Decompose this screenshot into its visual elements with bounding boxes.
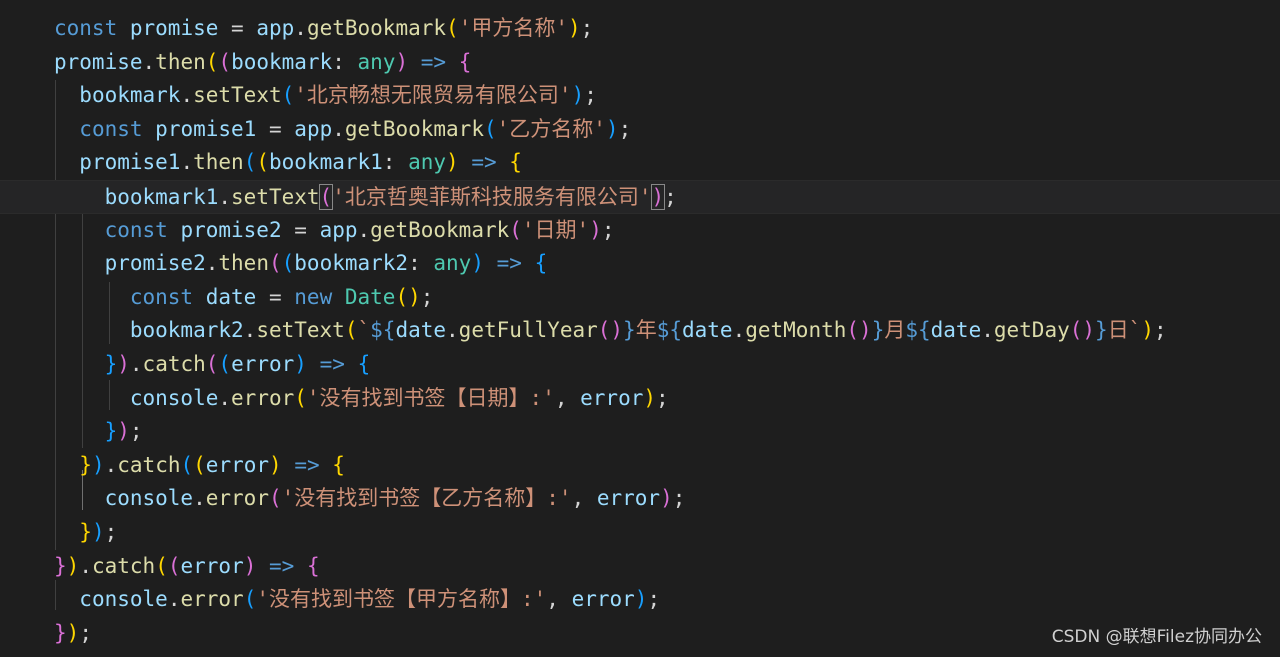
code-editor[interactable]: const promise = app.getBookmark('甲方名称');…: [0, 0, 1280, 657]
code-line[interactable]: }).catch((error) => {: [0, 449, 1280, 483]
code-line[interactable]: console.error('没有找到书签【乙方名称】:', error);: [0, 482, 1280, 516]
code-line[interactable]: console.error('没有找到书签【甲方名称】:', error);: [0, 583, 1280, 617]
code-line[interactable]: const promise1 = app.getBookmark('乙方名称')…: [0, 113, 1280, 147]
code-line-current[interactable]: bookmark1.setText('北京哲奥菲斯科技服务有限公司');: [0, 180, 1280, 214]
string-literal: '乙方名称': [496, 116, 606, 141]
string-literal: '日期': [521, 217, 590, 242]
code-line[interactable]: });: [0, 415, 1280, 449]
string-literal: '没有找到书签【甲方名称】:': [256, 587, 547, 612]
code-line[interactable]: promise1.then((bookmark1: any) => {: [0, 146, 1280, 180]
code-line[interactable]: const promise = app.getBookmark('甲方名称');: [0, 12, 1280, 46]
template-literal: `: [357, 318, 371, 343]
template-literal: 日`: [1107, 318, 1142, 343]
template-literal: 月: [884, 318, 906, 343]
code-line[interactable]: bookmark2.setText(`${date.getFullYear()}…: [0, 314, 1280, 348]
string-literal: '北京哲奥菲斯科技服务有限公司': [332, 185, 652, 209]
code-line[interactable]: const date = new Date();: [0, 281, 1280, 315]
watermark: CSDN @联想Filez协同办公: [1051, 627, 1262, 647]
string-literal: '没有找到书签【日期】:': [306, 385, 555, 410]
code-line[interactable]: console.error('没有找到书签【日期】:', error);: [0, 382, 1280, 416]
string-literal: '没有找到书签【乙方名称】:': [281, 486, 572, 511]
code-line[interactable]: }).catch((error) => {: [0, 348, 1280, 382]
template-literal: 年: [635, 318, 657, 343]
code-line[interactable]: promise.then((bookmark: any) => {: [0, 46, 1280, 80]
string-literal: '北京畅想无限贸易有限公司': [294, 83, 572, 108]
code-line[interactable]: const promise2 = app.getBookmark('日期');: [0, 214, 1280, 248]
code-line[interactable]: }).catch((error) => {: [0, 550, 1280, 584]
code-line[interactable]: promise2.then((bookmark2: any) => {: [0, 247, 1280, 281]
code-line[interactable]: bookmark.setText('北京畅想无限贸易有限公司');: [0, 79, 1280, 113]
string-literal: '甲方名称': [458, 16, 568, 40]
code-line[interactable]: });: [0, 516, 1280, 550]
